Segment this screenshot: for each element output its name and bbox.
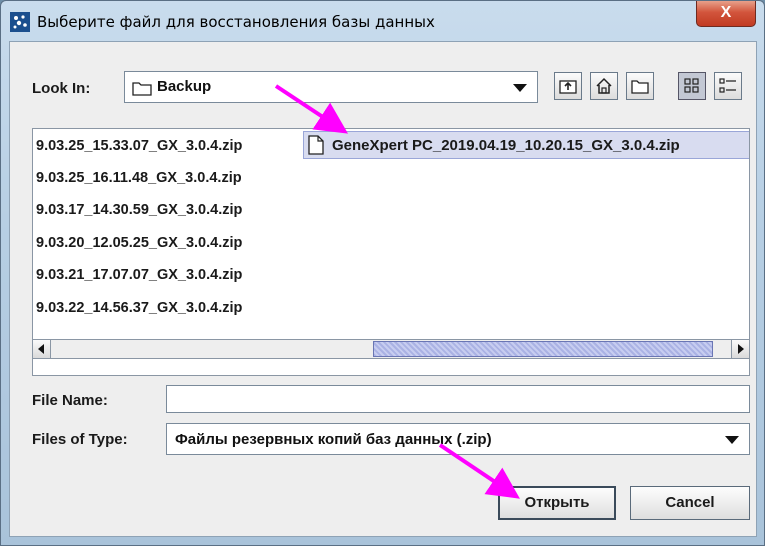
scroll-left-button[interactable] bbox=[33, 340, 51, 358]
scroll-right-button[interactable] bbox=[731, 340, 749, 358]
open-button[interactable]: Открыть bbox=[498, 486, 616, 520]
look-in-label: Look In: bbox=[32, 80, 91, 97]
scrollbar-thumb[interactable] bbox=[373, 341, 713, 357]
new-folder-button[interactable] bbox=[626, 72, 654, 100]
cancel-button[interactable]: Cancel bbox=[630, 486, 750, 520]
close-button[interactable]: X bbox=[696, 1, 756, 27]
chevron-down-icon bbox=[513, 84, 527, 92]
list-item[interactable]: 9.03.25_15.33.07_GX_3.0.4.zip bbox=[36, 138, 242, 154]
list-item[interactable]: 9.03.25_16.11.48_GX_3.0.4.zip bbox=[36, 170, 242, 186]
arrow-right-icon bbox=[738, 344, 744, 354]
file-name-label: File Name: bbox=[32, 392, 108, 409]
list-view-button[interactable] bbox=[678, 72, 706, 100]
files-of-type-value: Файлы резервных копий баз данных (.zip) bbox=[175, 431, 492, 448]
horizontal-scrollbar[interactable] bbox=[32, 339, 750, 359]
look-in-value: Backup bbox=[157, 78, 212, 95]
new-folder-icon bbox=[631, 80, 649, 94]
title-bar[interactable]: Выберите файл для восстановления базы да… bbox=[1, 1, 764, 41]
window-title: Выберите файл для восстановления базы да… bbox=[37, 13, 435, 31]
file-chooser-dialog: Выберите файл для восстановления базы да… bbox=[0, 0, 765, 546]
up-one-level-icon bbox=[559, 80, 577, 94]
list-item[interactable]: 9.03.17_14.30.59_GX_3.0.4.zip bbox=[36, 202, 242, 218]
files-of-type-combo[interactable]: Файлы резервных копий баз данных (.zip) bbox=[166, 423, 750, 455]
list-item[interactable]: 9.03.22_14.56.37_GX_3.0.4.zip bbox=[36, 300, 242, 316]
details-view-icon bbox=[719, 78, 736, 93]
dialog-body: Look In: Backup 9.03.25_15.33.07_GX_3.0.… bbox=[9, 41, 757, 537]
home-button[interactable] bbox=[590, 72, 618, 100]
details-view-button[interactable] bbox=[714, 72, 742, 100]
folder-icon bbox=[132, 82, 152, 96]
chevron-down-icon bbox=[725, 436, 739, 444]
home-icon bbox=[596, 77, 612, 94]
file-name-field[interactable] bbox=[166, 385, 750, 413]
list-item[interactable]: 9.03.20_12.05.25_GX_3.0.4.zip bbox=[36, 235, 242, 251]
arrow-left-icon bbox=[38, 344, 44, 354]
app-icon bbox=[10, 12, 30, 32]
selected-file-item[interactable]: GeneXpert PC_2019.04.19_10.20.15_GX_3.0.… bbox=[303, 131, 749, 159]
files-of-type-label: Files of Type: bbox=[32, 431, 128, 448]
file-icon bbox=[308, 135, 324, 155]
list-view-icon bbox=[684, 78, 699, 93]
up-one-level-button[interactable] bbox=[554, 72, 582, 100]
selected-file-name: GeneXpert PC_2019.04.19_10.20.15_GX_3.0.… bbox=[332, 137, 680, 154]
look-in-combo[interactable]: Backup bbox=[124, 71, 538, 103]
list-item[interactable]: 9.03.21_17.07.07_GX_3.0.4.zip bbox=[36, 267, 242, 283]
